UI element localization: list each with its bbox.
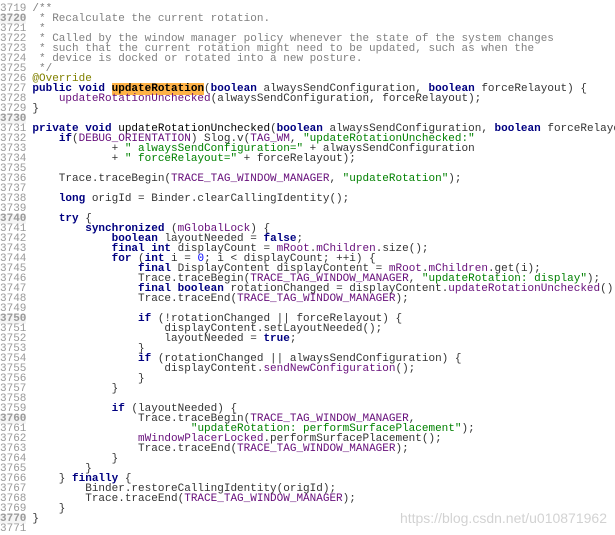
code-token: " forceRelayout=" bbox=[125, 153, 237, 165]
code-token: .size(); bbox=[376, 243, 429, 255]
code-token: , bbox=[329, 173, 342, 185]
code-token: origId = Binder.clearCallingIdentity(); bbox=[85, 193, 349, 205]
code-token: TRACE_TAG_WINDOW_MANAGER bbox=[237, 293, 395, 305]
code-token: updateRotationUnchecked bbox=[59, 93, 211, 105]
code-line: Trace.traceEnd(TRACE_TAG_WINDOW_MANAGER)… bbox=[32, 444, 615, 454]
code-line: updateRotationUnchecked(alwaysSendConfig… bbox=[32, 94, 615, 104]
code-token: updateRotationUnchecked bbox=[448, 283, 600, 295]
code-editor: 3719372037213722372337243725372637273728… bbox=[0, 0, 615, 534]
code-line: } bbox=[32, 374, 615, 384]
code-token: (); bbox=[600, 283, 615, 295]
code-token: TRACE_TAG_WINDOW_MANAGER bbox=[237, 443, 395, 455]
code-token: Trace.traceEnd( bbox=[32, 293, 237, 305]
code-token: ); bbox=[343, 493, 356, 505]
code-token: } bbox=[32, 383, 118, 395]
code-token: * Recalculate the current rotation. bbox=[32, 13, 270, 25]
code-token: * device is docked or rotated into a new… bbox=[32, 53, 362, 65]
code-area: /** * Recalculate the current rotation. … bbox=[32, 4, 615, 534]
code-token bbox=[32, 193, 58, 205]
code-token: ); bbox=[395, 443, 408, 455]
line-number-gutter: 3719372037213722372337243725372637273728… bbox=[0, 4, 32, 534]
code-line: } bbox=[32, 384, 615, 394]
code-token: boolean bbox=[495, 123, 541, 135]
code-token: (); bbox=[395, 363, 415, 375]
code-token: sendNewConfiguration bbox=[263, 363, 395, 375]
code-token: ; bbox=[290, 333, 297, 345]
code-token: } bbox=[32, 513, 39, 525]
code-token: } bbox=[32, 103, 39, 115]
code-token: + forceRelayout); bbox=[237, 153, 356, 165]
code-line: Trace.traceBegin(TRACE_TAG_WINDOW_MANAGE… bbox=[32, 174, 615, 184]
code-line: + " forceRelayout=" + forceRelayout); bbox=[32, 154, 615, 164]
code-line: Trace.traceEnd(TRACE_TAG_WINDOW_MANAGER)… bbox=[32, 294, 615, 304]
code-token: (alwaysSendConfiguration, forceRelayout)… bbox=[211, 93, 482, 105]
code-line: * Recalculate the current rotation. bbox=[32, 14, 615, 24]
code-token: TRACE_TAG_WINDOW_MANAGER bbox=[184, 493, 342, 505]
code-token: forceRelayout) { bbox=[475, 83, 587, 95]
code-token: "updateRotation" bbox=[343, 173, 449, 185]
watermark-text: https://blog.csdn.net/u010871962 bbox=[400, 510, 607, 526]
code-line: */ bbox=[32, 64, 615, 74]
code-token: + bbox=[32, 153, 124, 165]
code-line: } bbox=[32, 104, 615, 114]
code-line bbox=[32, 204, 615, 214]
code-token: Trace.traceBegin( bbox=[32, 173, 171, 185]
code-token: TRACE_TAG_WINDOW_MANAGER bbox=[171, 173, 329, 185]
code-token: ); bbox=[448, 173, 461, 185]
code-token: ); bbox=[462, 423, 475, 435]
code-token: forceRelayout) { bbox=[541, 123, 615, 135]
code-line: } bbox=[32, 454, 615, 464]
line-number: 3771 bbox=[0, 524, 26, 534]
code-line: long origId = Binder.clearCallingIdentit… bbox=[32, 194, 615, 204]
code-token: long bbox=[59, 193, 85, 205]
code-line: Trace.traceEnd(TRACE_TAG_WINDOW_MANAGER)… bbox=[32, 494, 615, 504]
code-token: ); bbox=[395, 293, 408, 305]
code-line: * device is docked or rotated into a new… bbox=[32, 54, 615, 64]
code-token: true bbox=[263, 333, 289, 345]
